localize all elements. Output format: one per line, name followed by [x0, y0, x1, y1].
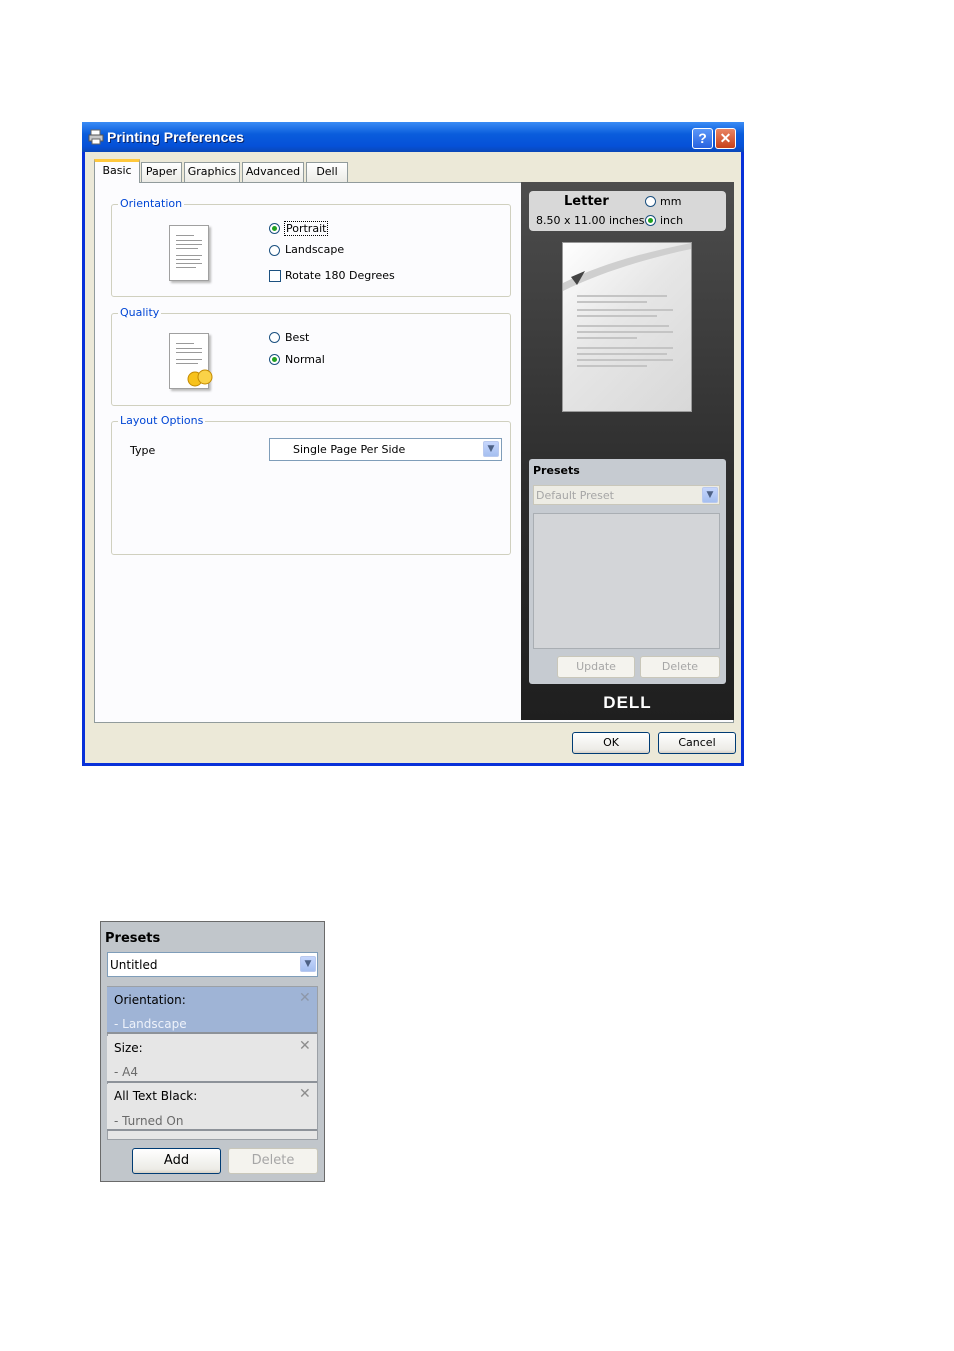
- presets-heading: Presets: [533, 464, 580, 477]
- tab-advanced[interactable]: Advanced: [242, 162, 304, 182]
- printer-icon: [88, 129, 104, 145]
- close-button[interactable]: ✕: [715, 128, 736, 149]
- printer-preview-panel: Letter 8.50 x 11.00 inches mm inch Prese…: [521, 182, 734, 720]
- printing-preferences-dialog: Printing Preferences ? ✕ Basic Paper Gra…: [82, 122, 744, 766]
- preset-list[interactable]: [533, 513, 720, 649]
- orientation-group: Orientation Portrait Landscape Rotate 18…: [111, 197, 511, 297]
- portrait-radio[interactable]: [269, 223, 280, 234]
- preset-item-name: Size:: [114, 1041, 143, 1055]
- presets-panel-heading: Presets: [105, 931, 161, 946]
- best-label[interactable]: Best: [285, 331, 309, 344]
- tab-dell[interactable]: Dell: [306, 162, 348, 182]
- preset-item-name: All Text Black:: [114, 1089, 198, 1103]
- remove-item-icon[interactable]: ✕: [299, 990, 311, 1006]
- presets-panel-select[interactable]: Untitled ▼: [107, 952, 318, 977]
- layout-type-select[interactable]: Single Page Per Side ▼: [269, 438, 502, 461]
- landscape-label[interactable]: Landscape: [285, 243, 344, 256]
- unit-inch-label[interactable]: inch: [660, 214, 683, 227]
- paper-preview-image: [562, 242, 692, 412]
- rotate-180-label[interactable]: Rotate 180 Degrees: [285, 269, 395, 282]
- dell-logo: DELL: [603, 693, 652, 712]
- preset-item-name: Orientation:: [114, 993, 186, 1007]
- chevron-down-icon[interactable]: ▼: [702, 487, 718, 503]
- title-bar[interactable]: Printing Preferences ? ✕: [82, 122, 744, 152]
- normal-radio[interactable]: [269, 354, 280, 365]
- tab-basic[interactable]: Basic: [94, 159, 140, 183]
- portrait-page-icon: [169, 225, 209, 281]
- best-radio[interactable]: [269, 332, 280, 343]
- quality-coins-icon: [187, 369, 213, 387]
- paper-info-box: Letter 8.50 x 11.00 inches mm inch: [529, 191, 726, 231]
- unit-inch-radio[interactable]: [645, 215, 656, 226]
- type-label: Type: [130, 444, 156, 457]
- tab-paper[interactable]: Paper: [141, 162, 182, 182]
- delete-button[interactable]: Delete: [640, 656, 720, 678]
- layout-options-group: Layout Options Type Single Page Per Side…: [111, 414, 511, 555]
- chevron-down-icon[interactable]: ▼: [300, 956, 316, 972]
- paper-size: 8.50 x 11.00 inches: [536, 214, 645, 227]
- landscape-radio[interactable]: [269, 245, 280, 256]
- preset-item-value: - Turned On: [114, 1114, 184, 1128]
- paper-name: Letter: [564, 194, 609, 209]
- update-button[interactable]: Update: [557, 656, 635, 678]
- quality-group-label: Quality: [118, 306, 162, 319]
- normal-label[interactable]: Normal: [285, 353, 325, 366]
- help-button[interactable]: ?: [692, 128, 713, 149]
- layout-options-group-label: Layout Options: [118, 414, 206, 427]
- layout-type-value: Single Page Per Side: [293, 443, 406, 456]
- presets-panel-select-value: Untitled: [110, 958, 158, 972]
- rotate-180-checkbox[interactable]: [269, 270, 281, 282]
- preset-item-value: - A4: [114, 1065, 138, 1079]
- add-button[interactable]: Add: [132, 1148, 221, 1174]
- preset-item-all-text-black[interactable]: All Text Black: - Turned On ✕: [107, 1084, 317, 1131]
- orientation-group-label: Orientation: [118, 197, 185, 210]
- presets-panel: Presets Untitled ▼ Orientation: - Landsc…: [100, 921, 325, 1182]
- preset-select[interactable]: Default Preset ▼: [533, 485, 720, 505]
- presets-box: Presets Default Preset ▼ Update Delete: [529, 459, 726, 684]
- chevron-down-icon[interactable]: ▼: [483, 441, 499, 457]
- cancel-button[interactable]: Cancel: [658, 732, 736, 754]
- preset-select-value: Default Preset: [536, 489, 614, 502]
- preview-swoosh-icon: [563, 243, 691, 367]
- ok-button[interactable]: OK: [572, 732, 650, 754]
- unit-mm-radio[interactable]: [645, 196, 656, 207]
- remove-item-icon[interactable]: ✕: [299, 1086, 311, 1102]
- preset-item-size[interactable]: Size: - A4 ✕: [107, 1036, 317, 1083]
- preset-item-orientation[interactable]: Orientation: - Landscape ✕: [107, 987, 317, 1034]
- portrait-label[interactable]: Portrait: [284, 221, 329, 236]
- delete-preset-button[interactable]: Delete: [228, 1148, 318, 1174]
- quality-group: Quality Best Normal: [111, 306, 511, 406]
- preset-item-value: - Landscape: [114, 1017, 187, 1031]
- unit-mm-label[interactable]: mm: [660, 195, 681, 208]
- remove-item-icon[interactable]: ✕: [299, 1038, 311, 1054]
- tab-graphics[interactable]: Graphics: [184, 162, 240, 182]
- dialog-title: Printing Preferences: [107, 129, 244, 145]
